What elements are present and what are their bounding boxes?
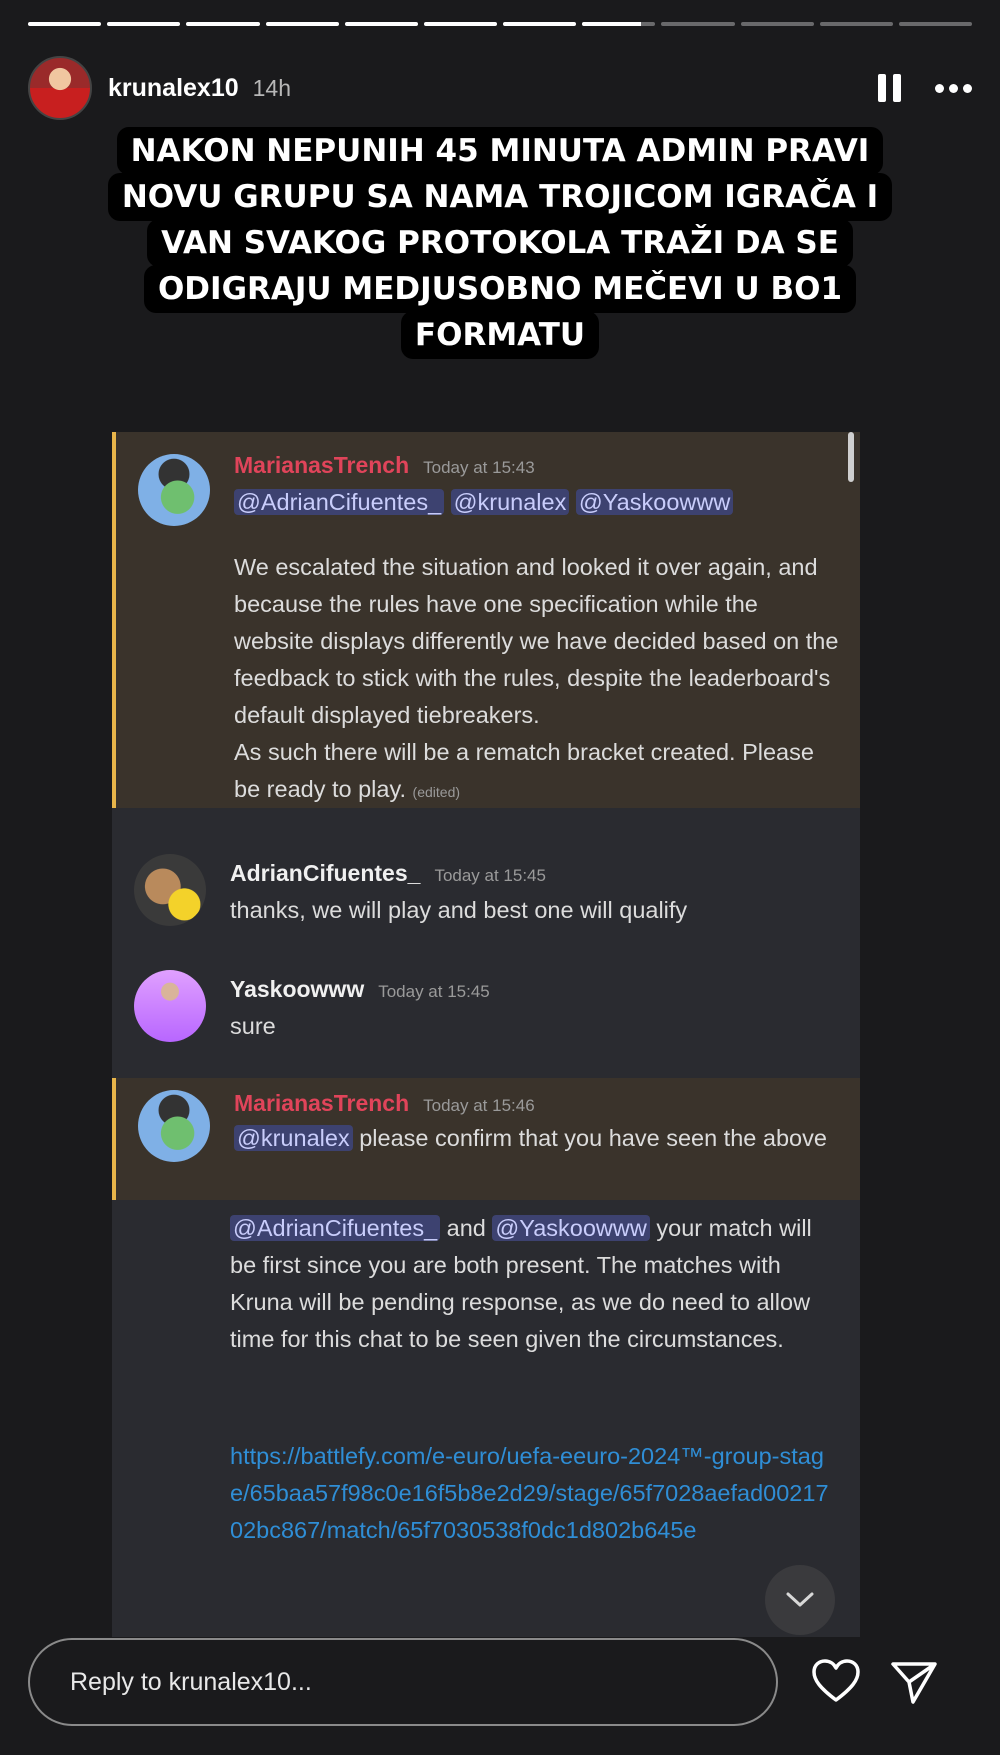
progress-segment <box>107 22 181 26</box>
progress-fill <box>186 22 260 26</box>
scroll-down-button[interactable] <box>765 1565 835 1635</box>
progress-segment <box>819 22 893 26</box>
message-timestamp: Today at 15:43 <box>423 458 535 477</box>
message-timestamp: Today at 15:46 <box>423 1096 535 1115</box>
mention[interactable]: @AdrianCifuentes_ <box>234 489 445 515</box>
message-author: Yaskoowww Today at 15:45 <box>230 976 490 1002</box>
progress-segment <box>186 22 260 26</box>
caption-line: NAKON NEPUNIH 45 MINUTA ADMIN PRAVI <box>116 127 884 175</box>
progress-fill <box>265 22 339 26</box>
message-highlighted: MarianasTrench Today at 15:46 @krunalex p… <box>112 1078 860 1200</box>
avatar <box>134 854 206 926</box>
progress-segment <box>740 22 814 26</box>
message-highlighted: MarianasTrench Today at 15:43 @AdrianCifu… <box>112 432 860 808</box>
avatar <box>138 1090 210 1162</box>
progress-segment <box>265 22 339 26</box>
reply-input[interactable]: Reply to krunalex10... <box>28 1638 778 1726</box>
progress-fill <box>503 22 577 26</box>
progress-fill <box>28 22 102 26</box>
progress-fill <box>423 22 498 26</box>
caption-line: VAN SVAKOG PROTOKOLA TRAŽI DA SE <box>147 219 853 267</box>
story-header: krunalex10 14h <box>28 55 972 121</box>
send-icon[interactable] <box>888 1656 940 1708</box>
caption-line: FORMATU <box>400 311 600 359</box>
message-author: AdrianCifuentes_ Today at 15:45 <box>230 860 546 886</box>
progress-segment <box>344 22 418 26</box>
battlefy-link[interactable]: https://battlefy.com/e-euro/uefa-eeuro-2… <box>230 1438 840 1549</box>
message: Yaskoowww Today at 15:45 sure <box>112 960 860 1060</box>
mention[interactable]: @krunalex <box>450 489 570 515</box>
message-timestamp: Today at 15:45 <box>434 866 546 885</box>
progress-segment <box>423 22 498 26</box>
progress-segment <box>28 22 102 26</box>
story-progress <box>28 22 973 27</box>
more-icon[interactable] <box>935 83 972 93</box>
message-text: sure <box>230 1013 276 1039</box>
avatar <box>134 970 206 1042</box>
pause-icon[interactable] <box>878 74 901 102</box>
avatar <box>138 454 210 526</box>
message-text: @krunalex please confirm that you have s… <box>234 1120 844 1157</box>
edited-label: (edited) <box>412 784 461 800</box>
progress-fill <box>582 22 641 26</box>
avatar[interactable] <box>28 56 92 120</box>
story-frame: krunalex10 14h NAKON NEPUNIH 45 MINUTA A… <box>0 0 1000 1755</box>
story-caption: NAKON NEPUNIH 45 MINUTA ADMIN PRAVI NOVU… <box>60 127 940 359</box>
message-text: As such there will be a rematch bracket … <box>234 739 814 802</box>
progress-segment <box>661 22 735 26</box>
message-author: MarianasTrench Today at 15:43 <box>234 452 535 478</box>
reply-placeholder: Reply to krunalex10... <box>70 1667 312 1696</box>
progress-segment <box>898 22 973 26</box>
heart-icon[interactable] <box>810 1656 862 1708</box>
progress-fill <box>107 22 181 26</box>
message-text: thanks, we will play and best one will q… <box>230 897 688 923</box>
username[interactable]: krunalex10 <box>108 74 239 103</box>
post-time: 14h <box>252 74 292 101</box>
chevron-down-icon <box>786 1592 814 1607</box>
message-text: We escalated the situation and looked it… <box>234 554 839 728</box>
scrollbar[interactable] <box>848 432 854 482</box>
discord-screenshot: MarianasTrench Today at 15:43 @AdrianCifu… <box>112 432 860 1637</box>
message-author: MarianasTrench Today at 15:46 <box>234 1090 535 1116</box>
progress-fill <box>344 22 418 26</box>
caption-line: NOVU GRUPU SA NAMA TROJICOM IGRAČA I <box>107 173 893 221</box>
mention[interactable]: @Yaskoowww <box>575 489 734 515</box>
message: AdrianCifuentes_ Today at 15:45 thanks, w… <box>112 844 860 944</box>
mention[interactable]: @AdrianCifuentes_ <box>230 1215 441 1241</box>
message-text: @AdrianCifuentes_ and @Yaskoowww your ma… <box>230 1215 812 1352</box>
mention[interactable]: @krunalex <box>234 1125 353 1151</box>
progress-segment <box>503 22 577 26</box>
mention[interactable]: @Yaskoowww <box>492 1215 650 1241</box>
caption-line: ODIGRAJU MEDJUSOBNO MEČEVI U BO1 <box>143 265 857 313</box>
progress-segment <box>582 22 656 26</box>
message-timestamp: Today at 15:45 <box>378 982 490 1001</box>
message-mentions: @AdrianCifuentes_ @krunalex @Yaskoowww <box>234 484 844 521</box>
